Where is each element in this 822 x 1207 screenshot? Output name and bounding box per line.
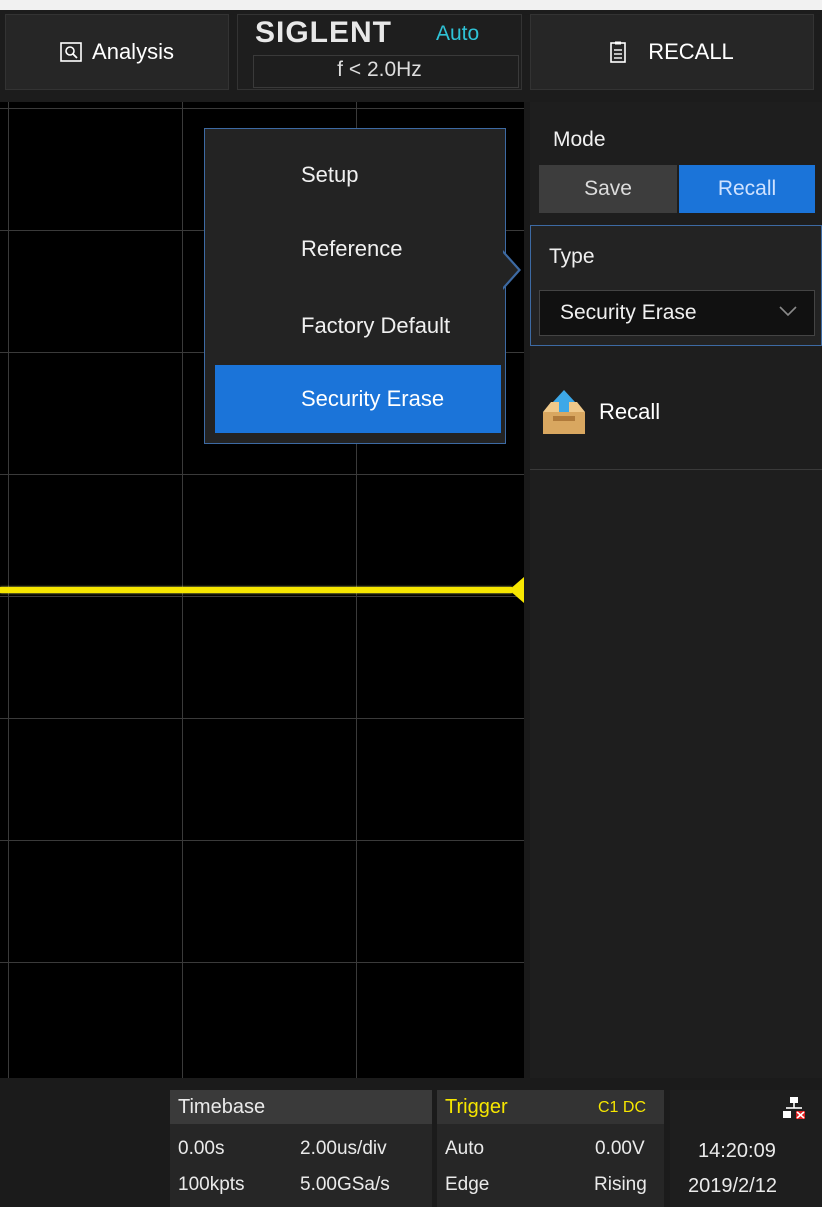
trigger-source: C1 DC (598, 1099, 647, 1116)
menu-item-label: Security Erase (301, 386, 445, 411)
clock-time: 14:20:09 (698, 1140, 776, 1162)
trigger-slope: Rising (594, 1174, 647, 1195)
type-popup-menu: Setup Reference Factory Default Security… (204, 128, 506, 444)
timebase-delay: 0.00s (178, 1138, 225, 1159)
type-select[interactable]: Security Erase (539, 290, 815, 336)
menu-item-label: Factory Default (301, 313, 451, 338)
recall-action-label: Recall (599, 399, 661, 424)
recall-menu-label: RECALL (648, 39, 734, 64)
menu-item-factory-default[interactable]: Factory Default (215, 292, 501, 360)
trigger-status: Auto (436, 22, 480, 45)
recall-tray-icon (543, 390, 585, 434)
type-label: Type (549, 245, 595, 268)
chevron-down-icon (778, 302, 798, 323)
recall-action-button[interactable]: Recall (539, 372, 815, 452)
timebase-title: Timebase (178, 1096, 266, 1118)
channel1-trace (0, 587, 512, 593)
popup-pointer-fill (502, 252, 518, 288)
type-select-value: Security Erase (560, 301, 697, 324)
top-strip (0, 0, 822, 10)
document-icon (610, 41, 627, 63)
analysis-icon (60, 42, 82, 62)
panel-divider (530, 469, 822, 470)
menu-item-setup[interactable]: Setup (215, 141, 501, 209)
trigger-title: Trigger (445, 1096, 508, 1118)
recall-menu-button[interactable]: RECALL (530, 14, 814, 90)
trigger-type: Edge (445, 1174, 490, 1195)
network-disconnected-icon (782, 1096, 806, 1125)
trigger-level: 0.00V (595, 1138, 645, 1159)
clock-date: 2019/2/12 (688, 1175, 777, 1197)
menu-item-reference[interactable]: Reference (215, 215, 501, 283)
menu-item-label: Reference (301, 236, 403, 261)
mode-save-button[interactable]: Save (539, 165, 677, 213)
trigger-mode: Auto (445, 1138, 485, 1159)
memory-depth: 100kpts (178, 1174, 245, 1195)
trigger-level-marker[interactable] (509, 577, 524, 603)
menu-item-label: Setup (301, 162, 359, 187)
analysis-button[interactable]: Analysis (5, 14, 229, 90)
brand-logo: SIGLENT (255, 16, 393, 49)
frequency-readout: f < 2.0Hz (337, 58, 422, 81)
menu-item-security-erase[interactable]: Security Erase (215, 365, 501, 433)
sample-rate: 5.00GSa/s (300, 1174, 390, 1195)
mode-recall-button[interactable]: Recall (679, 165, 815, 213)
timebase-scale: 2.00us/div (300, 1138, 387, 1159)
analysis-label: Analysis (92, 39, 174, 64)
mode-label: Mode (553, 128, 606, 151)
